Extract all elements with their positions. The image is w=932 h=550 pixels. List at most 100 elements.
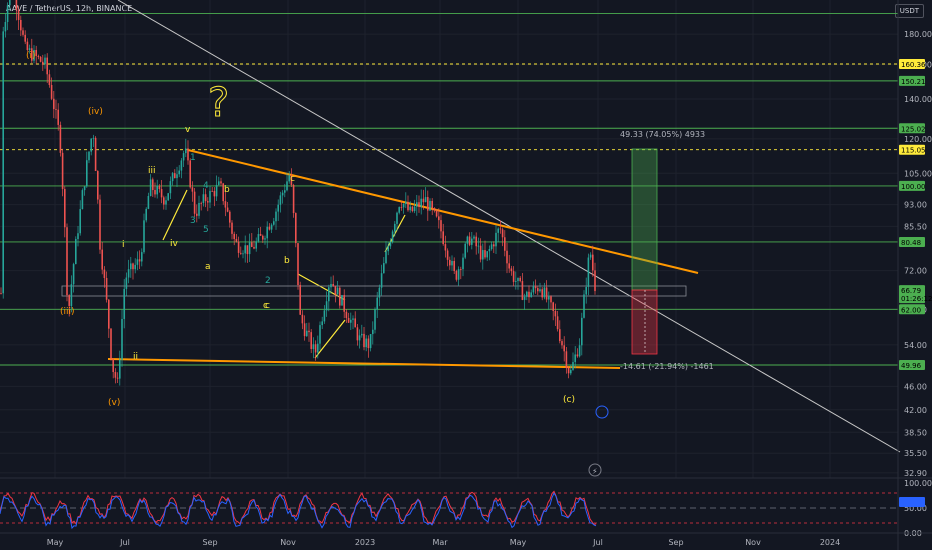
wave-label: iii xyxy=(148,166,156,176)
candle-body xyxy=(460,269,462,270)
candle-body xyxy=(240,252,242,254)
time-tick: 2023 xyxy=(355,538,375,547)
candle-body xyxy=(501,229,504,238)
candle-body xyxy=(581,317,583,346)
candle-body xyxy=(262,235,264,240)
time-tick: Mar xyxy=(432,538,448,547)
time-tick: 2024 xyxy=(820,538,840,547)
candle-body xyxy=(55,109,57,110)
candle-body xyxy=(42,61,44,65)
candle-body xyxy=(244,245,246,254)
candle-body xyxy=(323,310,326,322)
candle-body xyxy=(53,98,55,110)
candle-body xyxy=(519,277,521,282)
candle-body xyxy=(281,192,284,196)
candle-body xyxy=(231,222,233,234)
candle-body xyxy=(81,190,84,210)
candle-body xyxy=(484,250,486,258)
candle-body xyxy=(594,270,596,292)
candle-body xyxy=(64,189,66,228)
candle-body xyxy=(37,55,40,57)
candle-body xyxy=(490,244,493,250)
candle-body xyxy=(242,253,244,255)
wave-label: v xyxy=(185,125,191,135)
price-chart[interactable]: 49.33 (74.05%) 4933 -14.61 (-21.94%) -14… xyxy=(0,0,932,550)
candle-body xyxy=(209,190,211,203)
candle-body xyxy=(257,234,260,242)
candle-body xyxy=(79,209,81,234)
candle-body xyxy=(508,263,510,269)
price-badge-text: 115.05 xyxy=(901,147,926,155)
candle-body xyxy=(284,190,286,193)
candle-body xyxy=(321,321,323,326)
countdown-text: 01:26:12 xyxy=(901,295,932,303)
candle-body xyxy=(389,241,392,247)
price-tick: 85.50 xyxy=(904,222,927,231)
stop-label: -14.61 (-21.94%) -1461 xyxy=(620,362,714,371)
candle-body xyxy=(369,334,372,349)
candle-body xyxy=(295,213,297,244)
candle-body xyxy=(455,270,458,280)
candle-body xyxy=(125,277,128,289)
osc-badge xyxy=(899,497,925,507)
candle-body xyxy=(585,286,587,295)
candle-body xyxy=(552,302,554,311)
candle-body xyxy=(193,191,196,214)
candle-body xyxy=(341,295,343,306)
candle-body xyxy=(471,238,473,245)
price-tick: 180.00 xyxy=(904,30,932,39)
candle-body xyxy=(156,185,158,195)
candle-body xyxy=(110,328,112,359)
candle-body xyxy=(334,285,337,295)
candle-body xyxy=(444,244,447,251)
candle-body xyxy=(449,259,451,266)
horizontal-levels xyxy=(0,13,898,366)
candle-body xyxy=(28,48,31,51)
candle-body xyxy=(482,250,484,260)
candle-body xyxy=(433,208,436,211)
price-tick: 35.50 xyxy=(904,449,927,458)
candle-body xyxy=(464,243,466,258)
candle-body xyxy=(308,330,310,333)
candle-body xyxy=(48,74,51,86)
candle-body xyxy=(59,124,62,153)
stop-zone xyxy=(631,289,658,355)
candle-body xyxy=(163,197,165,205)
long-position-tool[interactable]: 49.33 (74.05%) 4933 -14.61 (-21.94%) -14… xyxy=(620,130,714,371)
candle-body xyxy=(259,234,262,236)
candle-body xyxy=(90,138,92,152)
candle-body xyxy=(453,260,455,271)
candle-body xyxy=(88,151,90,161)
candle-body xyxy=(486,251,488,258)
candle-body xyxy=(268,226,271,230)
time-tick: May xyxy=(47,538,64,547)
candle-body xyxy=(182,153,185,161)
candle-body xyxy=(121,318,123,360)
candle-body xyxy=(550,296,552,303)
candle-body xyxy=(167,193,169,201)
candle-body xyxy=(303,323,306,337)
candle-body xyxy=(314,344,317,353)
price-axis[interactable]: 180.00160.00140.00120.00105.0093.0085.50… xyxy=(897,0,932,550)
candle-body xyxy=(457,269,460,280)
candle-body xyxy=(306,330,308,337)
candle-body xyxy=(158,185,161,190)
price-tick: 93.00 xyxy=(904,201,927,210)
wave-label: ii xyxy=(133,352,138,362)
candle-body xyxy=(202,194,205,204)
price-tick: 120.00 xyxy=(904,135,932,144)
time-axis[interactable]: May Jul Sep Nov 2023 Mar May Jul Sep Nov 2024 xyxy=(0,532,932,547)
candle-body xyxy=(354,318,356,328)
candle-body xyxy=(506,250,508,264)
candle-body xyxy=(409,206,411,211)
candle-body xyxy=(204,194,207,202)
candle-body xyxy=(446,250,449,260)
lightning-glyph: ⚡ xyxy=(592,467,598,476)
candle-body xyxy=(99,199,101,250)
candle-body xyxy=(530,292,532,298)
candle-body xyxy=(526,291,528,297)
candle-body xyxy=(563,345,565,352)
candle-body xyxy=(462,257,464,270)
candle-body xyxy=(488,249,491,252)
wave-label: (v) xyxy=(108,398,120,408)
